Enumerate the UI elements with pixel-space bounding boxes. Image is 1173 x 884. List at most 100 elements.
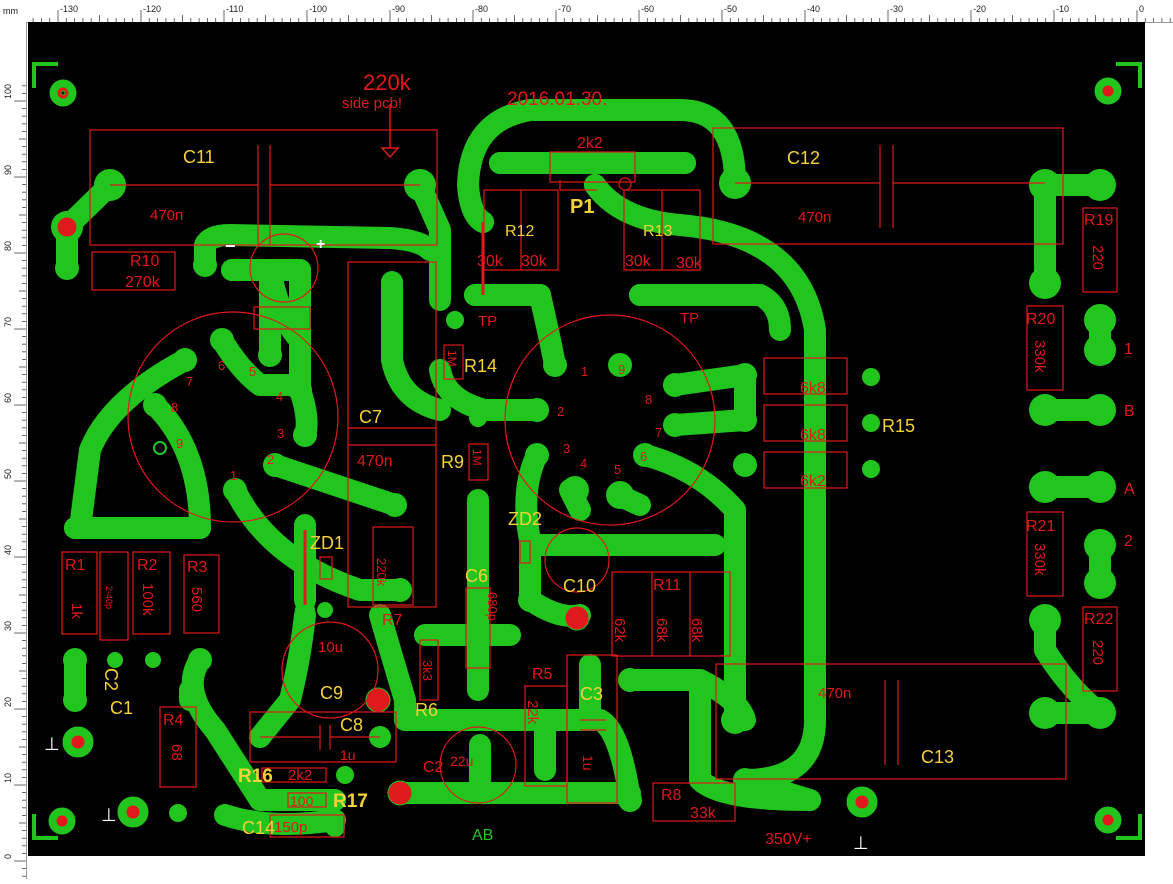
p1-value: 2k2 bbox=[577, 135, 603, 152]
tube-right-pin-4: 4 bbox=[580, 456, 587, 471]
tube-left-pin-9: 9 bbox=[176, 436, 183, 451]
plus-sign: + bbox=[316, 236, 325, 253]
r6-label: R6 bbox=[415, 700, 438, 720]
r20-label: R20 bbox=[1026, 311, 1055, 328]
ab-label: AB bbox=[472, 827, 493, 844]
c6-value: 680p bbox=[485, 592, 500, 621]
tube-left-pin-4: 4 bbox=[276, 389, 283, 404]
tube-right-pin-2: 2 bbox=[557, 404, 564, 419]
gnd-symbol-2: ⊥ bbox=[101, 805, 117, 825]
r13-a: 30k bbox=[625, 253, 652, 270]
left-ruler-scale: 1009080706050403020100 bbox=[3, 84, 26, 877]
r11-b: 68k bbox=[653, 618, 670, 643]
zd1-label: ZD1 bbox=[310, 533, 344, 553]
tube-left-pin-6: 6 bbox=[218, 358, 225, 373]
top-ruler: -130 -120 -110 -100 -90 -80 -70 -60 -50 -40 -30 -20… bbox=[0, 0, 1173, 23]
left-ruler-label: 100 bbox=[3, 84, 13, 99]
pin-1: 1 bbox=[1124, 341, 1133, 358]
c12-value: 470n bbox=[798, 209, 831, 226]
r7-label: R7 bbox=[382, 612, 403, 629]
top-ruler-label: -80 bbox=[475, 4, 488, 14]
r5-label: R5 bbox=[532, 666, 553, 683]
top-ruler-label: -60 bbox=[641, 4, 654, 14]
c9-label: C9 bbox=[320, 683, 343, 703]
r1-value: 1k bbox=[68, 603, 85, 619]
left-ruler-label: 50 bbox=[3, 469, 13, 479]
ruler-unit: mm bbox=[3, 6, 18, 16]
tube-left-pin-7: 7 bbox=[186, 374, 193, 389]
r3-value: 560 bbox=[188, 587, 205, 612]
r16-label: R16 bbox=[238, 766, 273, 787]
r10-value: 270k bbox=[125, 274, 161, 291]
tube-left-pin-2: 2 bbox=[267, 452, 274, 467]
r4-label: R4 bbox=[163, 712, 184, 729]
left-ruler-label: 30 bbox=[3, 621, 13, 631]
tube-left-pin-3: 3 bbox=[277, 426, 284, 441]
tube-right-pin-1: 1 bbox=[581, 364, 588, 379]
r16-value: 2k2 bbox=[288, 767, 312, 784]
left-ruler-label: 40 bbox=[3, 545, 13, 555]
r12-b: 30k bbox=[521, 253, 548, 270]
c6-label: C6 bbox=[465, 566, 488, 586]
minus-sign: − bbox=[225, 236, 236, 256]
r15-label: R15 bbox=[882, 416, 915, 436]
c1-label: C1 bbox=[110, 698, 133, 718]
r21-value: 330k bbox=[1031, 543, 1048, 576]
left-ruler-label: 10 bbox=[3, 773, 13, 783]
c3-label: C3 bbox=[580, 684, 603, 704]
r10-label: R10 bbox=[130, 253, 159, 270]
top-ruler-label: -110 bbox=[226, 4, 243, 14]
c2-label: C2 bbox=[101, 668, 121, 691]
left-ruler: 100 90 80 70 60 50 40 30 20 10 0 bbox=[0, 22, 27, 879]
r-6k2: 6k2 bbox=[800, 473, 826, 490]
left-ruler-label: 0 bbox=[3, 854, 13, 859]
zd2-label: ZD2 bbox=[508, 509, 542, 529]
top-ruler-label: -50 bbox=[724, 4, 737, 14]
pin-a: A bbox=[1124, 481, 1135, 498]
left-ruler-label: 90 bbox=[3, 165, 13, 175]
top-ruler-label: -120 bbox=[143, 4, 161, 14]
c3-value: 1u bbox=[580, 755, 596, 771]
tube-left-pin-8: 8 bbox=[171, 400, 178, 415]
r21-label: R21 bbox=[1026, 518, 1055, 535]
r7-value: 3k3 bbox=[420, 660, 435, 681]
tp2-label: TP bbox=[680, 310, 699, 327]
c14-label: C14 bbox=[242, 818, 275, 838]
c12-label: C12 bbox=[787, 148, 820, 168]
top-ruler-label: -70 bbox=[558, 4, 571, 14]
pcb-board-canvas[interactable]: 220k side pcb! 2016.01.30. 470n 470n 470… bbox=[28, 22, 1145, 856]
c14-value: 150p bbox=[274, 819, 307, 836]
tp1-label: TP bbox=[478, 313, 497, 330]
r9-label: R9 bbox=[441, 452, 464, 472]
r13-label: R13 bbox=[643, 223, 672, 240]
note-side: side pcb! bbox=[342, 95, 402, 112]
tube-right-pin-7: 7 bbox=[655, 425, 662, 440]
note-value: 220k bbox=[363, 70, 412, 95]
c10-label: C10 bbox=[563, 576, 596, 596]
left-ruler-label: 60 bbox=[3, 393, 13, 403]
ruler-corner: mm bbox=[0, 0, 26, 22]
left-ruler-label: 80 bbox=[3, 241, 13, 251]
r13-b: 30k bbox=[676, 255, 703, 272]
r11-c: 68k bbox=[688, 618, 705, 643]
top-ruler-label: -100 bbox=[309, 4, 327, 14]
top-ruler-label: -40 bbox=[807, 4, 820, 14]
pcb-layout[interactable]: 220k side pcb! 2016.01.30. 470n 470n 470… bbox=[28, 22, 1145, 856]
r2-value: 100k bbox=[139, 583, 156, 616]
r2-label: R2 bbox=[137, 557, 158, 574]
pin-b: B bbox=[1124, 403, 1135, 420]
c2b-value: 22u bbox=[450, 753, 473, 769]
top-ruler-label: -90 bbox=[392, 4, 405, 14]
hv-label: 350V+ bbox=[765, 831, 812, 848]
p1-label: P1 bbox=[570, 196, 594, 218]
left-ruler-label: 20 bbox=[3, 697, 13, 707]
r12-a: 30k bbox=[477, 253, 504, 270]
gnd-symbol-3: ⊥ bbox=[853, 833, 869, 853]
small-cap-value: 2-40p bbox=[104, 586, 114, 609]
pin-2: 2 bbox=[1124, 533, 1133, 550]
tube-right-pin-8: 8 bbox=[645, 392, 652, 407]
left-ruler-label: 70 bbox=[3, 317, 13, 327]
r1-label: R1 bbox=[65, 557, 86, 574]
r3-label: R3 bbox=[187, 559, 208, 576]
top-ruler-label: -20 bbox=[973, 4, 986, 14]
